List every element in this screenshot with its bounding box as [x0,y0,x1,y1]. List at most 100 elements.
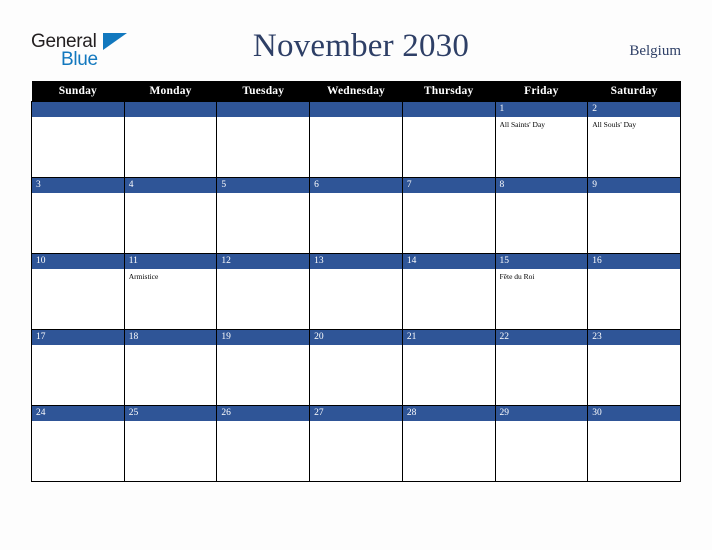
calendar-day-cell[interactable]: 24 [31,405,125,482]
calendar-day-cell[interactable]: 14 [401,253,496,330]
day-number: 14 [402,254,495,269]
day-number: 10 [32,254,124,269]
day-events [32,117,124,120]
day-cell-inner: 8 [495,178,588,253]
day-number [217,102,310,117]
day-number: 13 [310,254,402,269]
general-blue-logo[interactable]: General Blue [31,32,131,74]
calendar-day-cell[interactable]: 20 [309,329,403,406]
day-events: Fête du Roi [496,269,588,282]
day-events [496,421,588,424]
calendar-grid: Sunday Monday Tuesday Wednesday Thursday… [31,81,681,482]
day-number: 11 [124,254,217,269]
day-cell-inner: 26 [217,406,310,481]
weekday-header-wednesday: Wednesday [309,81,403,102]
day-cell-inner: 9 [588,178,680,253]
day-events [217,193,309,196]
logo-text-blue: Blue [61,49,98,70]
day-events [403,193,495,196]
holiday-label: Armistice [128,272,159,281]
calendar-week-row: 1 All Saints' Day 2 All Souls' Day [31,101,681,178]
calendar-day-cell[interactable] [401,101,496,178]
day-number: 23 [588,330,680,345]
day-cell-inner: 18 [124,330,217,405]
calendar-day-cell[interactable]: 2 All Souls' Day [587,101,681,178]
day-cell-inner: 4 [124,178,217,253]
calendar-day-cell[interactable]: 6 [309,177,403,254]
calendar-day-cell[interactable] [31,101,125,178]
calendar-day-cell[interactable]: 8 [494,177,589,254]
day-cell-inner: 6 [310,178,402,253]
calendar-day-cell[interactable]: 21 [401,329,496,406]
calendar-week-row: 17 18 19 20 21 22 23 [31,329,681,406]
day-events [403,421,495,424]
calendar-day-cell[interactable]: 30 [587,405,681,482]
calendar-day-cell[interactable]: 26 [216,405,311,482]
day-events [588,269,680,272]
day-number: 3 [32,178,124,193]
calendar-day-cell[interactable]: 17 [31,329,125,406]
calendar-day-cell[interactable]: 27 [309,405,403,482]
calendar-day-cell[interactable]: 11 Armistice [123,253,218,330]
calendar-day-cell[interactable]: 22 [494,329,589,406]
day-events [217,269,309,272]
day-events [32,421,124,424]
weekday-header-monday: Monday [124,81,217,102]
calendar-week-row: 10 11 Armistice 12 13 14 15 Fête du Roi 16 [31,253,681,330]
weekday-header-sunday: Sunday [31,81,125,102]
day-cell-inner [217,102,310,177]
day-events [125,345,217,348]
day-cell-inner [310,102,402,177]
day-number: 26 [217,406,310,421]
day-events [32,345,124,348]
day-events [310,421,402,424]
day-events [496,345,588,348]
calendar-day-cell[interactable] [216,101,311,178]
day-events [496,193,588,196]
day-number: 12 [217,254,310,269]
calendar-day-cell[interactable] [123,101,218,178]
day-number: 30 [588,406,680,421]
day-number: 9 [588,178,680,193]
day-cell-inner: 1 All Saints' Day [495,102,588,177]
weekday-header-saturday: Saturday [587,81,681,102]
calendar-day-cell[interactable]: 28 [401,405,496,482]
day-events [125,117,217,120]
page-title: November 2030 [252,28,470,64]
day-number: 21 [402,330,495,345]
calendar-day-cell[interactable]: 15 Fête du Roi [494,253,589,330]
day-events [32,269,124,272]
calendar-day-cell[interactable]: 25 [123,405,218,482]
calendar-day-cell[interactable]: 4 [123,177,218,254]
calendar-day-cell[interactable]: 29 [494,405,589,482]
day-events [403,269,495,272]
day-cell-inner [124,102,217,177]
day-events [217,345,309,348]
calendar-day-cell[interactable]: 13 [309,253,403,330]
day-cell-inner: 12 [217,254,310,329]
calendar-day-cell[interactable]: 5 [216,177,311,254]
calendar-day-cell[interactable]: 19 [216,329,311,406]
day-number: 29 [495,406,588,421]
day-events [403,117,495,120]
day-events [125,421,217,424]
day-cell-inner [402,102,495,177]
calendar-day-cell[interactable]: 9 [587,177,681,254]
calendar-day-cell[interactable]: 3 [31,177,125,254]
day-number: 5 [217,178,310,193]
day-cell-inner: 3 [32,178,124,253]
calendar-day-cell[interactable]: 10 [31,253,125,330]
calendar-day-cell[interactable] [309,101,403,178]
day-number: 19 [217,330,310,345]
calendar-day-cell[interactable]: 12 [216,253,311,330]
calendar-day-cell[interactable]: 16 [587,253,681,330]
day-cell-inner: 27 [310,406,402,481]
calendar-day-cell[interactable]: 18 [123,329,218,406]
day-cell-inner: 16 [588,254,680,329]
day-number: 18 [124,330,217,345]
day-events [32,193,124,196]
day-number: 15 [495,254,588,269]
calendar-day-cell[interactable]: 1 All Saints' Day [494,101,589,178]
calendar-day-cell[interactable]: 7 [401,177,496,254]
calendar-day-cell[interactable]: 23 [587,329,681,406]
